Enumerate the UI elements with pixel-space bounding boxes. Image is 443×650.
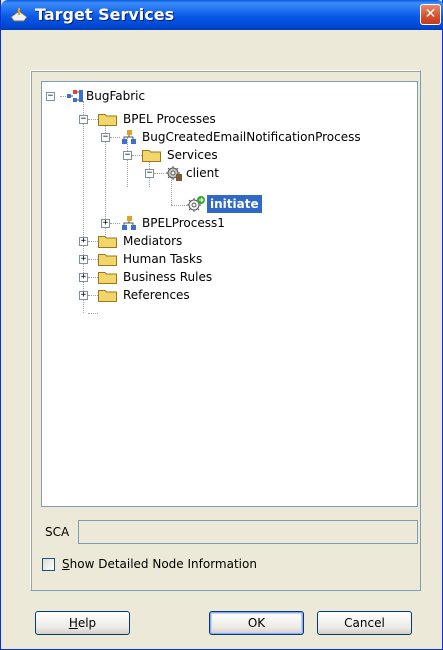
- expand-toggle[interactable]: +: [101, 219, 110, 228]
- collapse-toggle[interactable]: −: [46, 92, 55, 101]
- node-label: BugFabric: [86, 89, 146, 103]
- folder-icon: [98, 254, 117, 266]
- node-label: Services: [167, 148, 218, 162]
- tree-node-references[interactable]: + References: [78, 286, 278, 304]
- button-label: OK: [247, 616, 266, 630]
- expand-toggle[interactable]: +: [79, 291, 88, 300]
- cancel-button[interactable]: Cancel: [317, 611, 412, 635]
- button-label: elp: [77, 616, 97, 630]
- close-icon: ✕: [424, 6, 437, 22]
- service-gear-icon: [166, 166, 182, 181]
- show-detailed-label[interactable]: Show Detailed Node Information: [62, 557, 257, 571]
- tree-line: [171, 205, 187, 206]
- service-tree[interactable]: − BugFabric − BPEL Processes − BugCreate…: [41, 81, 418, 507]
- operation-gear-icon: [187, 196, 205, 212]
- sca-label: SCA: [45, 525, 70, 539]
- mnemonic-letter: S: [62, 557, 70, 571]
- expand-toggle[interactable]: +: [79, 273, 88, 282]
- folder-icon: [98, 272, 117, 284]
- folder-icon: [98, 236, 117, 248]
- expand-toggle[interactable]: +: [79, 237, 88, 246]
- node-label: BugCreatedEmailNotificationProcess: [142, 130, 361, 144]
- node-label: References: [123, 288, 190, 302]
- help-button[interactable]: Help: [35, 611, 130, 635]
- tree-node-mediators[interactable]: + Mediators: [78, 232, 278, 250]
- bpel-process-icon: [122, 130, 136, 144]
- tree-node-client[interactable]: − client: [144, 164, 294, 182]
- sca-field: [78, 520, 418, 544]
- node-label: Mediators: [123, 234, 183, 248]
- bpel-process-icon: [122, 216, 136, 230]
- node-label: client: [186, 166, 219, 180]
- node-label: Human Tasks: [123, 252, 203, 266]
- composite-icon: [67, 90, 83, 102]
- tree-line: [88, 313, 98, 314]
- ok-button[interactable]: OK: [209, 611, 304, 635]
- button-label: Cancel: [344, 616, 385, 630]
- collapse-toggle[interactable]: −: [79, 115, 88, 124]
- node-label: BPEL Processes: [123, 112, 216, 126]
- node-label-selected: initiate: [207, 195, 262, 213]
- node-label: Business Rules: [123, 270, 213, 284]
- expand-toggle[interactable]: +: [79, 255, 88, 264]
- folder-icon: [98, 114, 117, 126]
- show-detailed-checkbox[interactable]: [42, 558, 55, 571]
- close-button[interactable]: ✕: [420, 4, 441, 25]
- window-title: Target Services: [35, 5, 175, 24]
- collapse-toggle[interactable]: −: [145, 169, 154, 178]
- node-label: BPELProcess1: [142, 216, 225, 230]
- collapse-toggle[interactable]: −: [101, 133, 110, 142]
- tree-node-human-tasks[interactable]: + Human Tasks: [78, 250, 278, 268]
- tree-node-services[interactable]: − Services: [122, 146, 272, 164]
- target-services-dialog: Target Services ✕ − BugFabric − BPEL Pro…: [0, 0, 443, 650]
- tree-node-business-rules[interactable]: + Business Rules: [78, 268, 278, 286]
- tree-node-bpelprocess1[interactable]: + BPELProcess1: [100, 214, 300, 232]
- folder-icon: [142, 150, 161, 162]
- mnemonic-letter: H: [68, 616, 78, 630]
- tree-node-initiate[interactable]: initiate: [186, 195, 296, 213]
- folder-icon: [98, 290, 117, 302]
- title-bar[interactable]: Target Services ✕: [1, 0, 443, 30]
- tree-node-bugfabric[interactable]: − BugFabric: [46, 87, 206, 105]
- label-text: how Detailed Node Information: [69, 557, 257, 571]
- app-icon: [10, 8, 28, 22]
- tree-node-process[interactable]: − BugCreatedEmailNotificationProcess: [100, 128, 400, 146]
- tree-node-bpel-processes[interactable]: − BPEL Processes: [78, 110, 278, 128]
- collapse-toggle[interactable]: −: [123, 151, 132, 160]
